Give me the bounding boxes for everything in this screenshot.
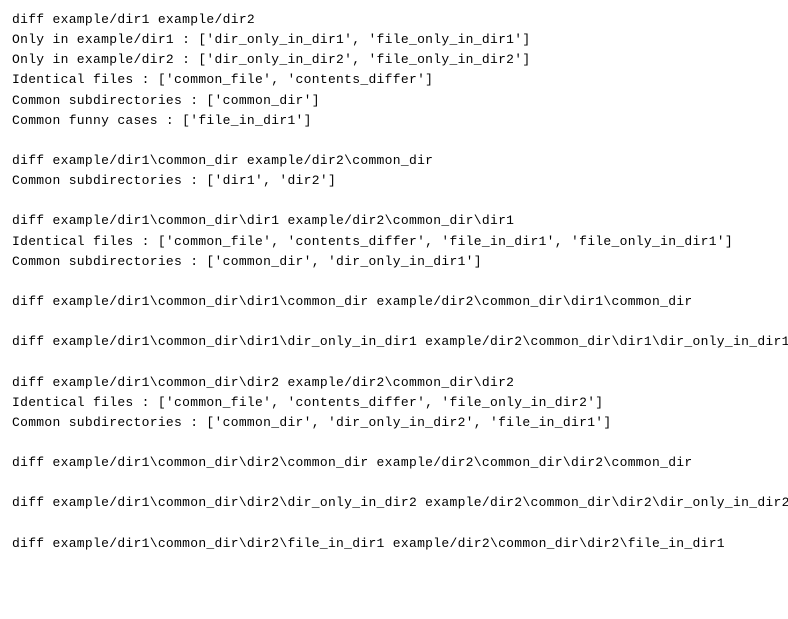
output-line: Common subdirectories : ['dir1', 'dir2'] [12, 171, 776, 191]
output-line: Only in example/dir2 : ['dir_only_in_dir… [12, 50, 776, 70]
output-line: diff example/dir1\common_dir\dir2\dir_on… [12, 493, 776, 513]
output-line: Identical files : ['common_file', 'conte… [12, 393, 776, 413]
blank-line [12, 433, 776, 453]
output-line: diff example/dir1\common_dir example/dir… [12, 151, 776, 171]
blank-line [12, 272, 776, 292]
blank-line [12, 191, 776, 211]
output-line: Common subdirectories : ['common_dir', '… [12, 252, 776, 272]
output-line: Only in example/dir1 : ['dir_only_in_dir… [12, 30, 776, 50]
output-line: diff example/dir1\common_dir\dir1 exampl… [12, 211, 776, 231]
output-line: Identical files : ['common_file', 'conte… [12, 232, 776, 252]
output-line: diff example/dir1 example/dir2 [12, 10, 776, 30]
blank-line [12, 514, 776, 534]
blank-line [12, 312, 776, 332]
output-line: diff example/dir1\common_dir\dir2\file_i… [12, 534, 776, 554]
blank-line [12, 131, 776, 151]
output-line: diff example/dir1\common_dir\dir1\common… [12, 292, 776, 312]
output-line: Common subdirectories : ['common_dir', '… [12, 413, 776, 433]
output-line: Common funny cases : ['file_in_dir1'] [12, 111, 776, 131]
output-line: Common subdirectories : ['common_dir'] [12, 91, 776, 111]
output-line: diff example/dir1\common_dir\dir2\common… [12, 453, 776, 473]
blank-line [12, 473, 776, 493]
blank-line [12, 352, 776, 372]
output-line: Identical files : ['common_file', 'conte… [12, 70, 776, 90]
terminal-output: diff example/dir1 example/dir2 Only in e… [12, 10, 776, 554]
output-line: diff example/dir1\common_dir\dir1\dir_on… [12, 332, 776, 352]
output-line: diff example/dir1\common_dir\dir2 exampl… [12, 373, 776, 393]
